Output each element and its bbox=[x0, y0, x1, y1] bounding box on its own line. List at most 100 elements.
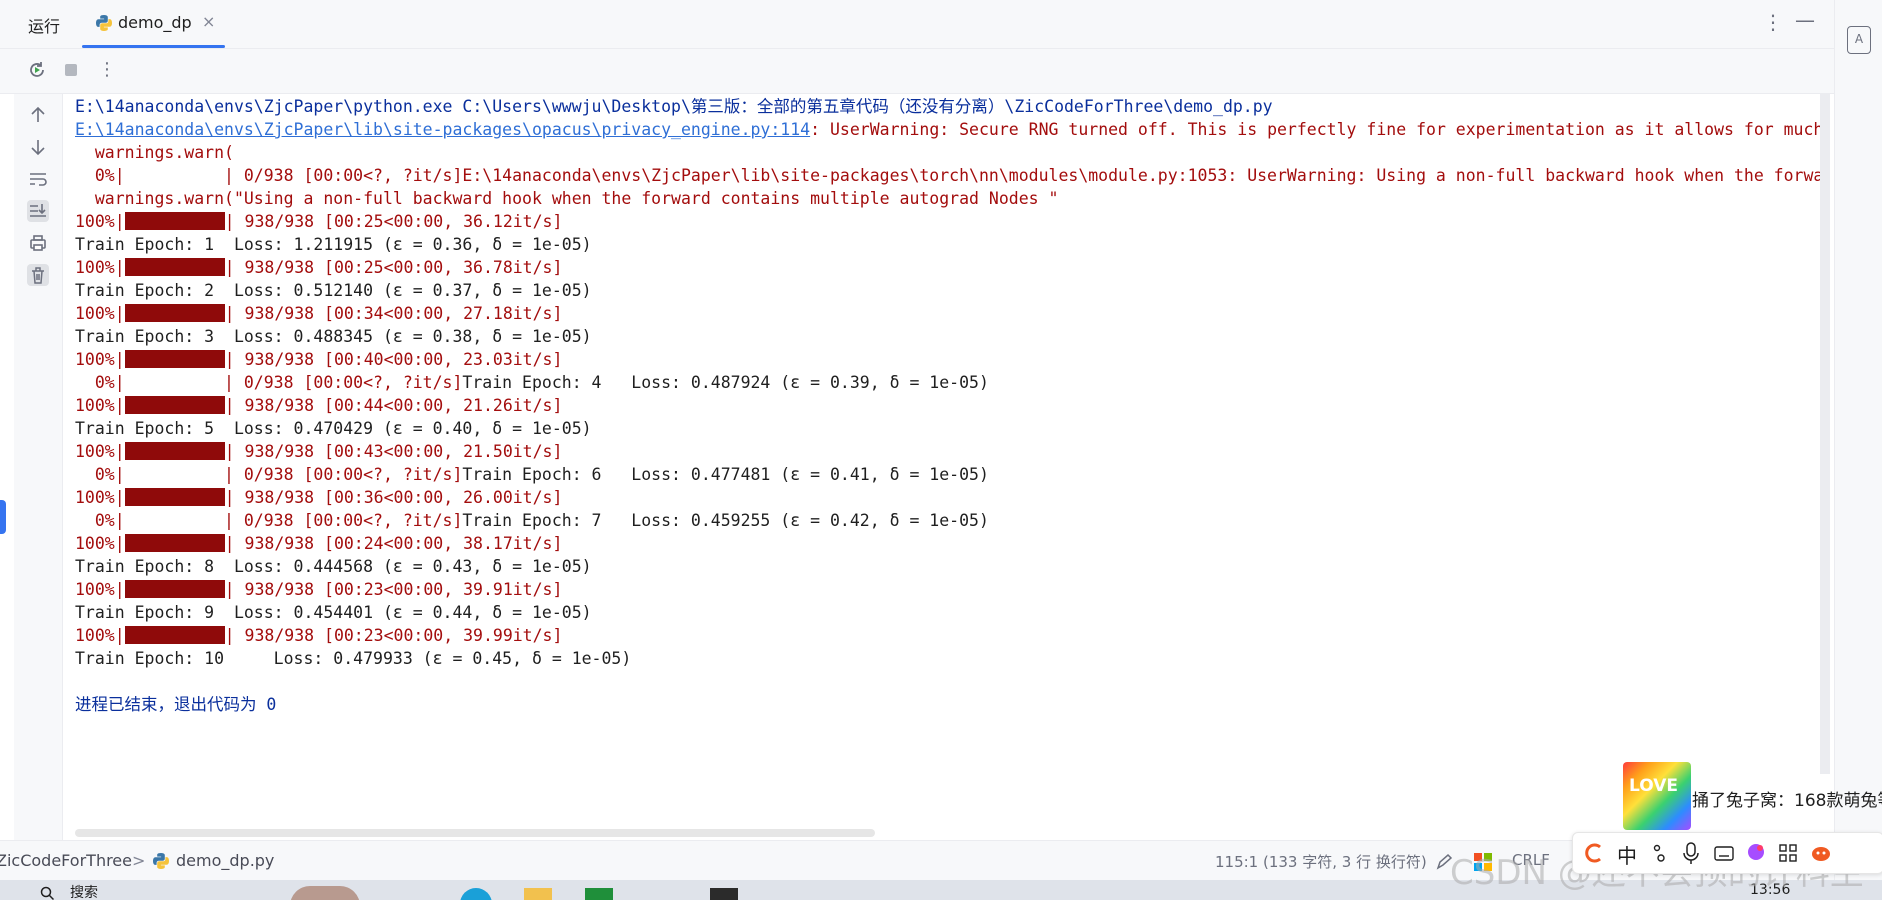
ad-banner-text[interactable]: 捅了兔子窝：168款萌兔等你 bbox=[1692, 786, 1882, 811]
progress-stats: | 938/938 [00:24<00:00, 38.17it/s] bbox=[224, 534, 563, 553]
run-toolbar: ⋮ bbox=[0, 49, 1834, 94]
breadcrumb-project[interactable]: ZicCodeForThree bbox=[0, 851, 132, 870]
progress-line: 100%| | 938/938 [00:23<00:00, 39.91it/s] bbox=[75, 579, 562, 601]
mascot-icon[interactable] bbox=[1809, 841, 1833, 863]
print-icon[interactable] bbox=[27, 232, 49, 254]
progress-percent: 100%| bbox=[75, 534, 125, 553]
command-line: E:\14anaconda\envs\ZjcPaper\python.exe C… bbox=[75, 97, 1273, 116]
progress-bar bbox=[124, 396, 225, 414]
progress-stats: | 938/938 [00:44<00:00, 21.26it/s] bbox=[224, 396, 563, 415]
train-epoch-line: Train Epoch: 3 Loss: 0.488345 (ε = 0.38,… bbox=[75, 327, 592, 346]
active-tab-indicator bbox=[82, 45, 225, 48]
train-epoch-line: Train Epoch: 9 Loss: 0.454401 (ε = 0.44,… bbox=[75, 603, 592, 622]
train-epoch-text: Train Epoch: 6 Loss: 0.477481 (ε = 0.41,… bbox=[462, 465, 989, 484]
progress-line: 100%| | 938/938 [00:23<00:00, 39.99it/s] bbox=[75, 625, 562, 647]
apps-grid-icon[interactable] bbox=[1777, 842, 1799, 864]
more-options-icon[interactable]: ⋮ bbox=[1763, 10, 1783, 34]
soft-wrap-icon[interactable] bbox=[27, 168, 49, 190]
keyboard-icon[interactable] bbox=[1713, 842, 1735, 864]
progress-line: 100%| | 938/938 [00:40<00:00, 23.03it/s] bbox=[75, 349, 562, 371]
progress-percent: 100%| bbox=[75, 304, 125, 323]
more-icon[interactable]: ⋮ bbox=[96, 59, 118, 81]
breadcrumb-file[interactable]: demo_dp.py bbox=[176, 851, 274, 870]
right-tool-strip: A bbox=[1834, 0, 1882, 900]
rerun-icon[interactable] bbox=[26, 59, 48, 81]
progress-bar bbox=[124, 626, 225, 644]
trash-icon[interactable] bbox=[27, 264, 49, 286]
pycharm-icon[interactable] bbox=[585, 888, 613, 900]
progress-bar bbox=[124, 212, 225, 230]
train-epoch-line: Train Epoch: 8 Loss: 0.444568 (ε = 0.43,… bbox=[75, 557, 592, 576]
zero-progress: 0%| | 0/938 [00:00<?, ?it/s] bbox=[75, 373, 463, 392]
progress-line: 100%| | 938/938 [00:36<00:00, 26.00it/s] bbox=[75, 487, 562, 509]
train-epoch-line: Train Epoch: 5 Loss: 0.470429 (ε = 0.40,… bbox=[75, 419, 592, 438]
side-indicator bbox=[0, 500, 6, 534]
progress-stats: | 938/938 [00:25<00:00, 36.78it/s] bbox=[224, 258, 563, 277]
terminal-icon[interactable] bbox=[710, 888, 738, 900]
scroll-to-end-icon[interactable] bbox=[27, 200, 49, 222]
hook-warning-line: 0%| | 0/938 [00:00<?, ?it/s]E:\14anacond… bbox=[75, 166, 1824, 185]
progress-stats: | 938/938 [00:25<00:00, 36.12it/s] bbox=[224, 212, 563, 231]
train-epoch-text: Train Epoch: 7 Loss: 0.459255 (ε = 0.42,… bbox=[462, 511, 989, 530]
train-epoch-line: 0%| | 0/938 [00:00<?, ?it/s]Train Epoch:… bbox=[75, 372, 989, 394]
arrow-up-icon[interactable] bbox=[27, 104, 49, 126]
progress-stats: | 938/938 [00:34<00:00, 27.18it/s] bbox=[224, 304, 563, 323]
progress-line: 100%| | 938/938 [00:44<00:00, 21.26it/s] bbox=[75, 395, 562, 417]
progress-line: 100%| | 938/938 [00:34<00:00, 27.18it/s] bbox=[75, 303, 562, 325]
ime-language-toggle[interactable]: 中 bbox=[1617, 840, 1637, 869]
warning-source-link[interactable]: E:\14anaconda\envs\ZjcPaper\lib\site-pac… bbox=[75, 120, 810, 139]
chevron-right-icon: > bbox=[132, 851, 146, 870]
folder-icon[interactable] bbox=[524, 888, 552, 900]
ai-assistant-icon[interactable]: A bbox=[1847, 26, 1871, 54]
vertical-scrollbar[interactable] bbox=[1820, 94, 1830, 774]
stop-icon[interactable] bbox=[60, 59, 82, 81]
taskbar-widget-image[interactable] bbox=[290, 886, 360, 900]
progress-stats: | 938/938 [00:43<00:00, 21.50it/s] bbox=[224, 442, 563, 461]
punctuation-icon[interactable] bbox=[1651, 842, 1671, 864]
warning-text: : UserWarning: Secure RNG turned off. Th… bbox=[810, 120, 1824, 139]
progress-percent: 100%| bbox=[75, 396, 125, 415]
run-tool-window-title: 运行 bbox=[28, 17, 61, 36]
progress-bar bbox=[124, 534, 225, 552]
train-epoch-line: Train Epoch: 1 Loss: 1.211915 (ε = 0.36,… bbox=[75, 235, 592, 254]
python-icon bbox=[153, 853, 169, 869]
taskbar-search[interactable]: 搜索 bbox=[70, 882, 98, 900]
skin-icon[interactable] bbox=[1745, 841, 1767, 863]
warning-call: warnings.warn( bbox=[75, 143, 234, 162]
arrow-down-icon[interactable] bbox=[27, 136, 49, 158]
browser-icon[interactable] bbox=[460, 888, 492, 900]
progress-bar bbox=[124, 488, 225, 506]
ad-sticker-image[interactable]: LOVE bbox=[1623, 762, 1691, 830]
progress-bar bbox=[124, 258, 225, 276]
progress-stats: | 938/938 [00:40<00:00, 23.03it/s] bbox=[224, 350, 563, 369]
train-epoch-line: 0%| | 0/938 [00:00<?, ?it/s]Train Epoch:… bbox=[75, 464, 989, 486]
console-output[interactable]: E:\14anaconda\envs\ZjcPaper\python.exe C… bbox=[75, 94, 1830, 840]
ime-toolbar: 中 bbox=[1572, 832, 1882, 874]
python-icon bbox=[96, 15, 112, 31]
progress-bar bbox=[124, 304, 225, 322]
caret-position[interactable]: 115:1 (133 字符, 3 行 换行符) bbox=[1215, 851, 1427, 872]
minimize-icon[interactable]: — bbox=[1795, 8, 1815, 32]
zero-progress: 0%| | 0/938 [00:00<?, ?it/s] bbox=[75, 511, 463, 530]
train-epoch-line: Train Epoch: 10 Loss: 0.479933 (ε = 0.45… bbox=[75, 649, 632, 668]
progress-percent: 100%| bbox=[75, 212, 125, 231]
tab-label: demo_dp bbox=[118, 13, 192, 32]
warning-line: E:\14anaconda\envs\ZjcPaper\lib\site-pac… bbox=[75, 119, 1823, 141]
progress-line: 100%| | 938/938 [00:24<00:00, 38.17it/s] bbox=[75, 533, 562, 555]
horizontal-scrollbar[interactable] bbox=[75, 829, 875, 837]
progress-stats: | 938/938 [00:23<00:00, 39.99it/s] bbox=[224, 626, 563, 645]
close-icon[interactable]: × bbox=[202, 12, 215, 31]
sogou-logo-icon[interactable] bbox=[1583, 842, 1605, 864]
microphone-icon[interactable] bbox=[1681, 841, 1701, 865]
progress-percent: 100%| bbox=[75, 626, 125, 645]
progress-percent: 100%| bbox=[75, 350, 125, 369]
zero-progress: 0%| | 0/938 [00:00<?, ?it/s] bbox=[75, 465, 463, 484]
warning-call: warnings.warn("Using a non-full backward… bbox=[75, 189, 1059, 208]
search-icon[interactable] bbox=[40, 886, 54, 900]
progress-bar bbox=[124, 350, 225, 368]
progress-line: 100%| | 938/938 [00:43<00:00, 21.50it/s] bbox=[75, 441, 562, 463]
progress-stats: | 938/938 [00:23<00:00, 39.91it/s] bbox=[224, 580, 563, 599]
tab-demo-dp[interactable]: demo_dp × bbox=[80, 0, 227, 48]
progress-percent: 100%| bbox=[75, 488, 125, 507]
progress-stats: | 938/938 [00:36<00:00, 26.00it/s] bbox=[224, 488, 563, 507]
